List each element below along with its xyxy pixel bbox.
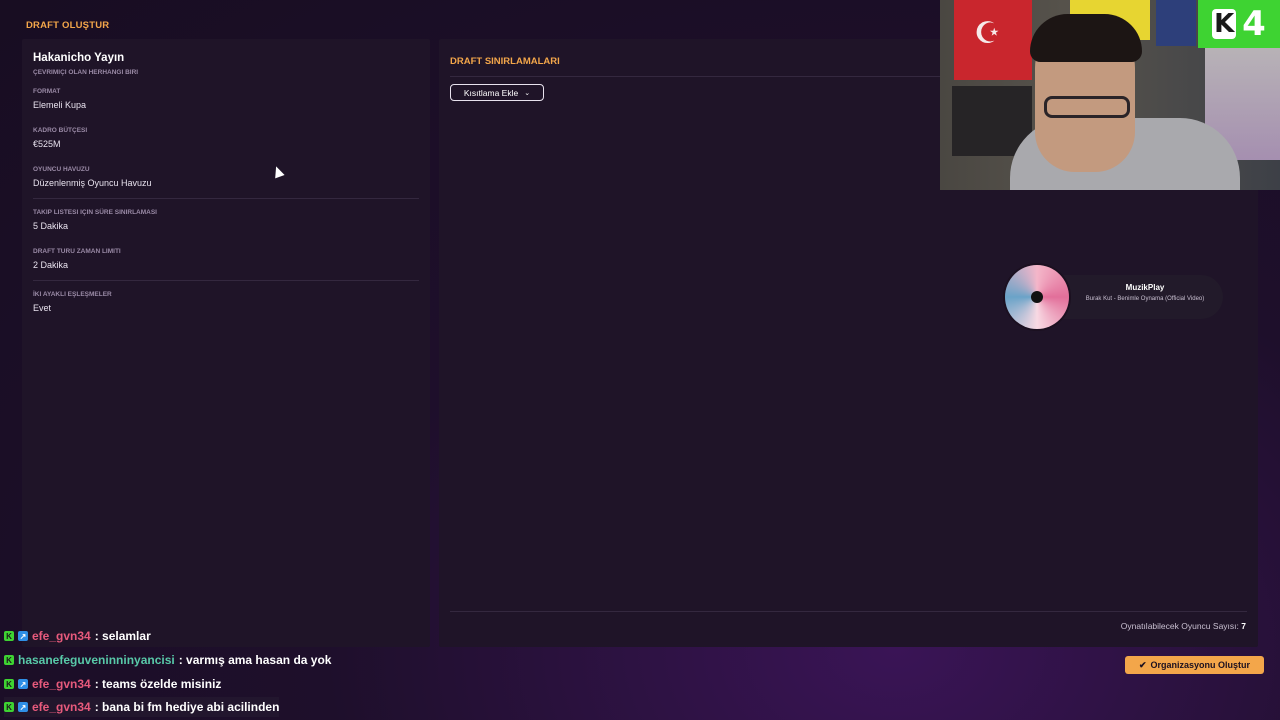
add-restriction-button[interactable]: Kısıtlama Ekle ⌄ — [450, 84, 544, 101]
music-app-name: MuzikPlay — [1125, 283, 1165, 292]
page-title: DRAFT OLUŞTUR — [26, 20, 110, 31]
create-organization-button[interactable]: ✔ Organizasyonu Oluştur — [1125, 656, 1264, 674]
chat-message: K ↗ efe_gvn34 : bana bi fm hediye abi ac… — [4, 697, 280, 717]
create-organization-label: Organizasyonu Oluştur — [1150, 660, 1251, 670]
kick-badge-icon: K — [4, 631, 14, 641]
watchlist-time-value: 5 Dakika — [33, 221, 69, 231]
subscriber-badge-icon: ↗ — [18, 702, 28, 712]
player-pool-value: Düzenlenmiş Oyuncu Havuzu — [33, 178, 152, 188]
watchlist-time-label: TAKIP LISTESI IÇIN SÜRE SINIRLAMASI — [33, 209, 157, 216]
player-count-label: Oynatılabilecek Oyuncu Sayısı: — [1120, 621, 1239, 631]
format-label: FORMAT — [33, 88, 61, 95]
draft-summary-panel: Hakanicho Yayın ÇEVRIMIÇI OLAN HERHANGI … — [22, 39, 430, 647]
chat-text: : varmış ama hasan da yok — [178, 653, 332, 667]
kick-logo-icon: K — [1212, 9, 1237, 39]
two-leg-value: Evet — [33, 303, 52, 313]
subscriber-badge-icon: ↗ — [18, 631, 28, 641]
album-disc-icon — [1005, 265, 1069, 329]
chat-username: hasanefeguveninninyancisi — [18, 653, 175, 667]
budget-label: KADRO BÜTÇESI — [33, 127, 88, 134]
chat-message: K ↗ efe_gvn34 : teams özelde misiniz — [4, 674, 221, 694]
streamer-hair — [1030, 14, 1142, 62]
chat-message: K hasanefeguveninninyancisi : varmış ama… — [4, 650, 331, 670]
crescent-star-icon: ☪ — [974, 16, 1001, 51]
chat-text: : teams özelde misiniz — [94, 677, 222, 691]
budget-value: €525M — [33, 139, 61, 149]
chat-username: efe_gvn34 — [32, 629, 91, 643]
round-time-label: DRAFT TURU ZAMAN LIMITI — [33, 248, 121, 255]
kick-badge-icon: K — [4, 655, 14, 665]
kick-badge-icon: K — [4, 702, 14, 712]
section-divider — [33, 198, 419, 199]
add-restriction-label: Kısıtlama Ekle — [463, 87, 519, 98]
chat-username: efe_gvn34 — [32, 700, 91, 714]
chat-message: K ↗ efe_gvn34 : selamlar — [4, 626, 151, 646]
kick-badge-icon: K — [4, 679, 14, 689]
subscriber-badge-icon: ↗ — [18, 679, 28, 689]
player-count-value: 7 — [1241, 621, 1246, 631]
chat-username: efe_gvn34 — [32, 677, 91, 691]
chat-text: : bana bi fm hediye abi acilinden — [94, 700, 280, 714]
music-track-name: Burak Kut - Benimle Oynama (Official Vid… — [1085, 296, 1205, 302]
chevron-down-icon: ⌄ — [524, 89, 531, 97]
check-icon: ✔ — [1138, 659, 1147, 670]
webcam-overlay: ☪ K 4 — [940, 0, 1280, 190]
channel-logo: K 4 — [1198, 0, 1280, 48]
format-value: Elemeli Kupa — [33, 100, 87, 110]
section-divider — [33, 280, 419, 281]
channel-logo-number: 4 — [1242, 4, 1266, 44]
chat-text: : selamlar — [94, 629, 151, 643]
poster — [1156, 0, 1196, 46]
player-pool-label: OYUNCU HAVUZU — [33, 166, 90, 173]
host-subtitle: ÇEVRIMIÇI OLAN HERHANGI BIRI — [33, 69, 139, 76]
footer-divider — [450, 611, 1247, 612]
restrictions-title: DRAFT SINIRLAMALARI — [450, 56, 560, 67]
two-leg-label: İKI AYAKLI EŞLEŞMELER — [33, 291, 112, 298]
streamer-glasses — [1044, 96, 1130, 118]
music-widget: MuzikPlay Burak Kut - Benimle Oynama (Of… — [1005, 265, 1225, 329]
host-name: Hakanicho Yayın — [33, 52, 125, 64]
round-time-value: 2 Dakika — [33, 260, 69, 270]
player-count: Oynatılabilecek Oyuncu Sayısı: 7 — [1121, 621, 1246, 631]
